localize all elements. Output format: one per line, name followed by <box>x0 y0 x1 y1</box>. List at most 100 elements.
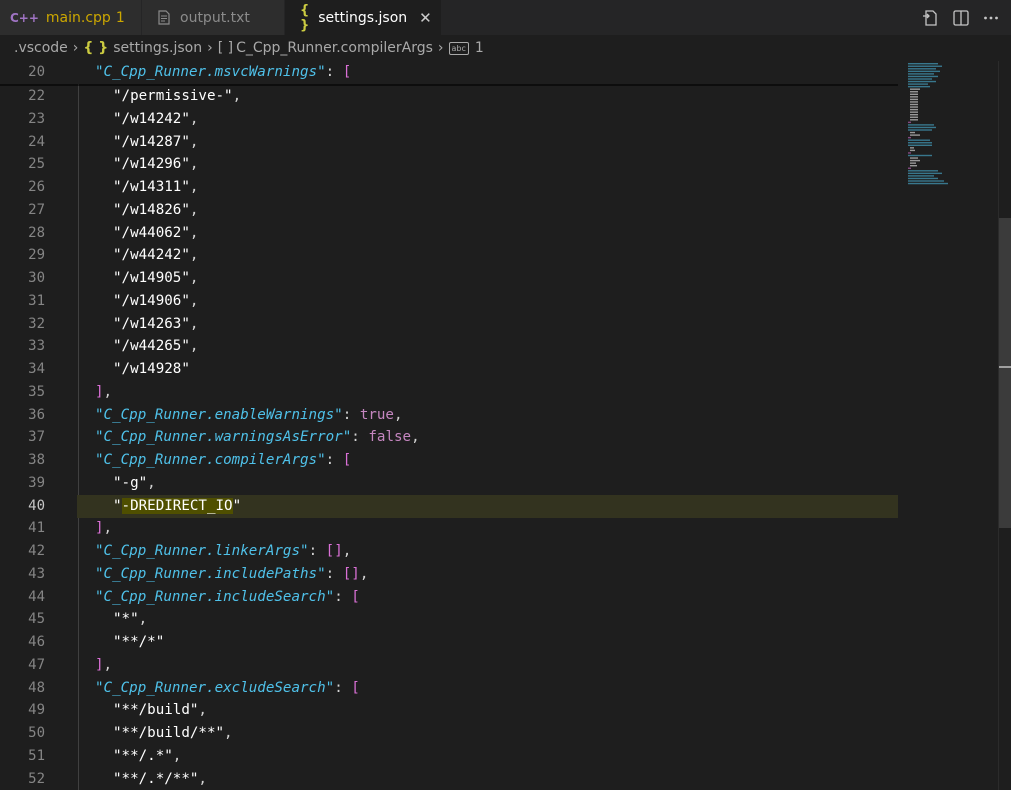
text-file-icon <box>158 10 170 25</box>
code-text: "/w14906", <box>113 290 198 313</box>
json-comma: , <box>189 224 199 241</box>
code-line: 51 "**/.*", <box>0 745 998 768</box>
string-symbol-icon: abc <box>448 41 469 55</box>
minimap-line <box>910 159 920 162</box>
code-text: "-DREDIRECT_IO" <box>113 495 241 518</box>
code-text: "/w14242", <box>113 108 198 131</box>
code-line: 45 "*", <box>0 608 998 631</box>
json-comma: , <box>232 88 242 104</box>
minimap-line <box>908 75 938 78</box>
json-file-icon: { } <box>83 40 109 56</box>
code-line: 39 "-g", <box>0 472 998 495</box>
minimap-line <box>908 152 911 154</box>
code-text: "C_Cpp_Runner.compilerArgs": [ <box>95 449 351 472</box>
editor-tab-bar: C++ main.cpp 1 output.txt { } settings.j… <box>0 0 1011 35</box>
json-string: "/permissive-" <box>113 88 233 104</box>
line-number: 47 <box>28 656 45 673</box>
line-number: 38 <box>28 452 45 468</box>
cpp-file-icon: C++ <box>10 10 39 25</box>
line-number: 35 <box>28 383 45 400</box>
minimap-line <box>908 182 948 185</box>
json-string: "/w14905" <box>113 270 190 286</box>
json-string: "/w44265" <box>113 338 190 355</box>
json-key-quote: " <box>95 406 104 423</box>
close-tab-icon[interactable]: ✕ <box>419 9 432 27</box>
line-number: 33 <box>28 338 45 355</box>
code-text: "/w14905", <box>113 267 198 290</box>
json-string: "**/*" <box>113 634 165 650</box>
code-line: 42 "C_Cpp_Runner.linkerArgs": [], <box>0 540 998 563</box>
open-changes-icon[interactable] <box>921 8 941 28</box>
breadcrumb-folder[interactable]: .vscode <box>14 40 68 56</box>
string-quote: " <box>232 497 242 514</box>
code-text: "C_Cpp_Runner.excludeSearch": [ <box>95 677 360 700</box>
json-key-quote: " <box>95 543 104 559</box>
code-line: 46 "**/*" <box>0 631 998 654</box>
json-colon: : <box>325 565 343 582</box>
breadcrumb-symbol[interactable]: [ ] C_Cpp_Runner.compilerArgs <box>218 40 433 56</box>
json-comma: , <box>198 770 207 787</box>
json-string: "/w14928" <box>113 361 190 377</box>
minimap-line <box>910 114 918 116</box>
chevron-right-icon: › <box>437 40 444 56</box>
code-text: "C_Cpp_Runner.linkerArgs": [], <box>95 540 351 563</box>
code-line: 50 "**/build/**", <box>0 722 998 745</box>
json-key: C_Cpp_Runner.msvcWarnings <box>103 64 318 80</box>
split-editor-icon[interactable] <box>951 8 971 28</box>
json-string: "/w14311" <box>113 179 190 195</box>
minimap-line <box>908 177 938 180</box>
minimap[interactable] <box>905 61 998 790</box>
json-key: C_Cpp_Runner.compilerArgs <box>103 452 318 468</box>
code-line: 43 "C_Cpp_Runner.includePaths": [], <box>0 563 998 586</box>
more-actions-icon[interactable] <box>981 8 1001 28</box>
minimap-line <box>908 65 942 67</box>
json-string: "/w14287" <box>113 133 190 150</box>
breadcrumb-file[interactable]: { } settings.json <box>83 40 202 56</box>
code-line: 40 "-DREDIRECT_IO" <box>0 494 998 518</box>
minimap-line <box>910 131 915 134</box>
line-number: 20 <box>28 64 45 80</box>
line-number: 51 <box>28 747 45 764</box>
minimap-line <box>910 103 918 106</box>
line-number: 28 <box>28 224 45 241</box>
json-bracket: ] <box>95 383 104 400</box>
json-key-quote: " <box>95 64 104 80</box>
code-text: "/w44242", <box>113 244 198 267</box>
array-symbol-icon: [ ] <box>217 40 234 56</box>
code-text: "C_Cpp_Runner.enableWarnings": true, <box>95 404 403 427</box>
minimap-line <box>908 124 934 126</box>
breadcrumb-item[interactable]: abc 1 <box>448 40 484 56</box>
line-number: 26 <box>28 179 45 195</box>
minimap-line <box>908 154 932 157</box>
cursor-position-marker <box>999 366 1011 368</box>
code-line: 47], <box>0 654 998 677</box>
scrollbar-thumb[interactable] <box>999 218 1011 528</box>
tab-main-cpp[interactable]: C++ main.cpp 1 <box>0 0 142 35</box>
line-number: 23 <box>28 110 45 127</box>
minimap-line <box>910 96 918 98</box>
vertical-scrollbar[interactable] <box>998 61 1011 790</box>
json-colon: : <box>351 429 369 446</box>
json-bracket: [] <box>342 565 360 582</box>
tab-settings-json[interactable]: { } settings.json ✕ <box>285 0 442 35</box>
json-key-quote: " <box>342 429 352 446</box>
code-text: ], <box>95 654 112 677</box>
json-bracket: ] <box>95 520 104 537</box>
json-string: "**/build" <box>113 702 199 719</box>
minimap-line <box>910 93 918 95</box>
tab-output-txt[interactable]: output.txt <box>142 0 285 35</box>
minimap-line <box>908 121 911 124</box>
minimap-line <box>908 180 944 182</box>
json-comma: , <box>359 565 369 582</box>
minimap-line <box>910 88 920 90</box>
json-file-icon: { } <box>300 2 310 33</box>
code-text: "/w14287", <box>113 131 198 154</box>
json-key-quote: " <box>317 64 326 80</box>
code-text: "-g", <box>113 472 156 495</box>
editor-actions <box>921 0 1001 35</box>
minimap-line <box>908 70 940 73</box>
code-editor[interactable]: 22 "/permissive-", 23 "/w14242", 24 "/w14287"… <box>0 61 998 790</box>
line-number: 41 <box>28 520 45 537</box>
json-bracket: [ <box>342 452 352 468</box>
json-comma: , <box>147 474 156 491</box>
